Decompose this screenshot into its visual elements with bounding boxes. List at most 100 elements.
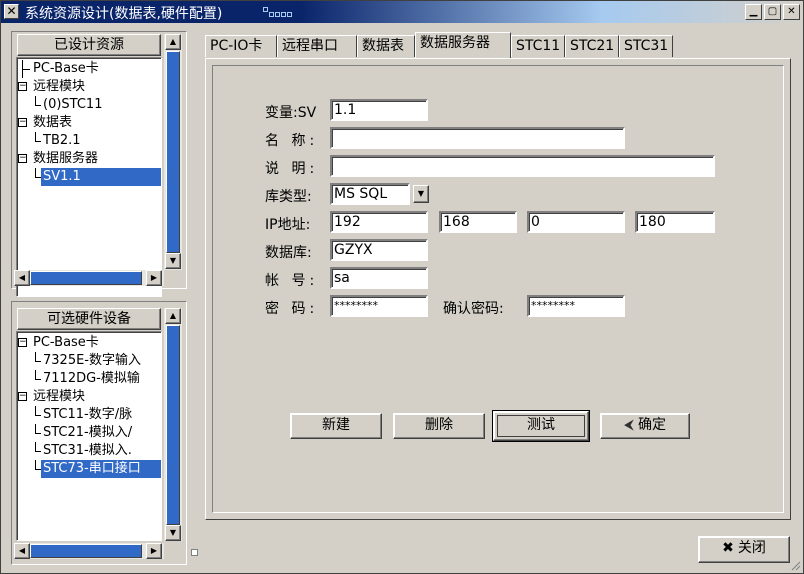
maximize-icon[interactable]: ▢: [764, 4, 781, 20]
hardware-tree-vscroll[interactable]: ▲ ▼: [164, 308, 182, 541]
scroll-down-icon[interactable]: ▼: [165, 253, 181, 269]
tab-4[interactable]: STC11: [511, 35, 565, 57]
tree-item-label: STC21-模拟入/: [43, 425, 133, 440]
ip-octet-2-input[interactable]: 168: [439, 211, 517, 233]
system-menu-icon[interactable]: ✕: [4, 4, 19, 19]
scroll-down-icon[interactable]: ▼: [165, 525, 181, 541]
var-input[interactable]: 1.1: [330, 99, 428, 121]
designed-resources-tree[interactable]: PC-Base卡 − 远程模块 (0)STC11− 数据表 TB2.1− 数据服务器 SV1.…: [16, 57, 162, 297]
tab-2[interactable]: 数据表: [357, 35, 415, 57]
tab-page-data-server: 变量:SV 1.1 名 称: 说 明: 库类型: MS SQL ▼ IP地址: …: [205, 58, 791, 520]
splitter-handle[interactable]: [191, 549, 198, 556]
tab-6[interactable]: STC31: [619, 35, 673, 57]
test-button[interactable]: 测试: [492, 410, 590, 442]
ip-octet-1-input[interactable]: 192: [330, 211, 428, 233]
tab-3[interactable]: 数据服务器: [415, 32, 511, 58]
name-label: 名 称:: [265, 133, 319, 149]
tree-item[interactable]: STC11-数字/脉: [17, 406, 161, 424]
tree-item-label: PC-Base卡: [33, 335, 99, 350]
check-icon: ⮜: [624, 417, 634, 433]
scroll-thumb[interactable]: [30, 271, 142, 285]
scroll-thumb[interactable]: [166, 51, 180, 253]
close-button[interactable]: ✖ 关闭: [698, 536, 790, 563]
tree-item[interactable]: TB2.1: [17, 132, 161, 150]
db-type-label: 库类型:: [265, 189, 312, 205]
ip-octet-3-input[interactable]: 0: [527, 211, 625, 233]
tree-item-label: 7325E-数字输入: [43, 353, 141, 368]
tree-item-label: TB2.1: [43, 133, 81, 148]
collapse-icon[interactable]: −: [18, 392, 27, 401]
tab-1[interactable]: 远程串口: [277, 35, 357, 57]
window-title: 系统资源设计(数据表,硬件配置): [25, 6, 223, 22]
collapse-icon[interactable]: −: [18, 118, 27, 127]
main-window: ✕ 系统资源设计(数据表,硬件配置) ▁ ▢ ✕ 已设计资源 PC-Base卡 −…: [0, 0, 804, 574]
scroll-right-icon[interactable]: ▶: [146, 270, 162, 286]
tree-item-label: SV1.1: [41, 168, 161, 186]
tree-item[interactable]: − PC-Base卡: [17, 334, 161, 352]
db-type-select[interactable]: MS SQL: [330, 183, 410, 205]
tree-item[interactable]: SV1.1: [17, 168, 161, 186]
database-input[interactable]: GZYX: [330, 239, 428, 261]
tab-0[interactable]: PC-IO卡: [205, 35, 277, 57]
scroll-left-icon[interactable]: ◀: [14, 543, 30, 559]
delete-button[interactable]: 删除: [393, 413, 485, 439]
available-hardware-header[interactable]: 可选硬件设备: [17, 308, 161, 330]
scroll-thumb[interactable]: [166, 325, 180, 525]
tree-item[interactable]: − 数据表: [17, 114, 161, 132]
chevron-down-icon[interactable]: ▼: [413, 185, 429, 203]
tree-item-label: (0)STC11: [43, 97, 103, 112]
confirm-password-input[interactable]: ********: [527, 295, 625, 317]
close-x-icon: ✖: [722, 540, 734, 556]
tree-item[interactable]: − 远程模块: [17, 388, 161, 406]
ok-button[interactable]: ⮜ 确定: [600, 413, 690, 439]
title-decoration-icon: [263, 7, 303, 19]
scroll-up-icon[interactable]: ▲: [165, 308, 181, 324]
designed-resources-header[interactable]: 已设计资源: [17, 34, 161, 56]
ip-octet-4-input[interactable]: 180: [635, 211, 715, 233]
scroll-thumb[interactable]: [30, 544, 142, 558]
tree-item[interactable]: STC73-串口接口: [17, 460, 161, 478]
tree-item[interactable]: − 数据服务器: [17, 150, 161, 168]
database-label: 数据库:: [265, 245, 312, 261]
var-label: 变量:SV: [265, 105, 317, 121]
password-label: 密 码:: [265, 301, 319, 317]
new-button[interactable]: 新建: [290, 413, 382, 439]
tree-item-label: 远程模块: [33, 389, 86, 404]
tree-item[interactable]: (0)STC11: [17, 96, 161, 114]
account-input[interactable]: sa: [330, 267, 428, 289]
resize-grip-icon[interactable]: [789, 559, 801, 571]
tree-item-label: STC11-数字/脉: [43, 407, 133, 422]
tree-item[interactable]: 7325E-数字输入: [17, 352, 161, 370]
title-bar[interactable]: ✕ 系统资源设计(数据表,硬件配置) ▁ ▢ ✕: [1, 1, 803, 23]
password-input[interactable]: ********: [330, 295, 428, 317]
designed-tree-vscroll[interactable]: ▲ ▼: [164, 34, 182, 270]
collapse-icon[interactable]: −: [18, 154, 27, 163]
scroll-up-icon[interactable]: ▲: [165, 34, 181, 50]
tree-item-label: 数据服务器: [33, 151, 99, 166]
description-input[interactable]: [330, 155, 715, 177]
collapse-icon[interactable]: −: [18, 338, 27, 347]
designed-resources-panel: 已设计资源 PC-Base卡 − 远程模块 (0)STC11− 数据表 TB2.1− 数据服…: [11, 31, 187, 297]
minimize-icon[interactable]: ▁: [745, 4, 762, 20]
tree-item[interactable]: PC-Base卡: [17, 60, 161, 78]
tree-item[interactable]: 7112DG-模拟输: [17, 370, 161, 388]
hardware-tree-hscroll[interactable]: ◀ ▶: [14, 543, 164, 559]
ip-label: IP地址:: [265, 217, 311, 233]
collapse-icon[interactable]: −: [18, 82, 27, 91]
tree-item-label: 数据表: [33, 115, 73, 130]
tree-item-label: PC-Base卡: [33, 61, 99, 76]
tree-item[interactable]: − 远程模块: [17, 78, 161, 96]
tree-item[interactable]: STC21-模拟入/: [17, 424, 161, 442]
close-icon[interactable]: ✕: [783, 4, 800, 20]
available-hardware-panel: 可选硬件设备 − PC-Base卡 7325E-数字输入 7112DG-模拟输 − 远程模…: [11, 301, 187, 565]
tree-item-label: 远程模块: [33, 79, 86, 94]
scroll-left-icon[interactable]: ◀: [14, 270, 30, 286]
scroll-right-icon[interactable]: ▶: [146, 543, 162, 559]
tree-item-label: 7112DG-模拟输: [43, 371, 140, 386]
tree-item-label: STC31-模拟入.: [43, 443, 132, 458]
available-hardware-tree[interactable]: − PC-Base卡 7325E-数字输入 7112DG-模拟输 − 远程模块 STC11-…: [16, 331, 162, 541]
tab-5[interactable]: STC21: [565, 35, 619, 57]
designed-tree-hscroll[interactable]: ◀ ▶: [14, 270, 164, 286]
name-input[interactable]: [330, 127, 625, 149]
tree-item[interactable]: STC31-模拟入.: [17, 442, 161, 460]
